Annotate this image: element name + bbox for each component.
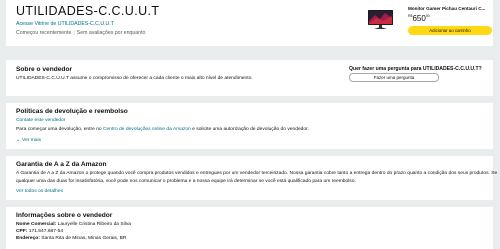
price-whole: 650: [412, 14, 426, 23]
product-panel: Monitor Gamer Pichau Centauri C... R$650…: [408, 6, 494, 35]
guarantee-line2: qualquer uma das duas for insatisfatória…: [16, 179, 356, 184]
returns-text: Para começar uma devolução, entre no Cen…: [16, 127, 309, 132]
storefront-link[interactable]: Acesse Vitrine de UTILIDADES-C.C.U.U.T: [16, 21, 114, 27]
company-value: Lauryelle Cristina Ribeiro da Silva: [57, 222, 131, 227]
seller-name: UTILIDADES-C.C.U.U.T: [16, 4, 160, 18]
address-value: Santa Rita de Minas, Minas Gerais, BR: [41, 236, 127, 241]
returns-see-more-label: Ver mais: [22, 138, 42, 143]
info-title: Informações sobre o vendedor: [16, 212, 113, 219]
add-to-cart-button[interactable]: Adicionar ao carrinho: [408, 26, 492, 35]
seller-header: UTILIDADES-C.C.U.U.T Acesse Vitrine de U…: [6, 0, 493, 46]
guarantee-line1: A Garantia de A a Z da Amazon o protege …: [16, 171, 498, 176]
cpf-value: 171.547.687-54: [28, 229, 64, 234]
about-title: Sobre o vendedor: [16, 66, 73, 73]
address-label: Endereço:: [16, 236, 40, 241]
returns-see-more[interactable]: ⌄ Ver mais: [16, 137, 41, 143]
company-label: Nome Comercial:: [16, 222, 57, 227]
seller-started: Começou recentemente: [16, 30, 72, 36]
product-image[interactable]: [367, 9, 394, 30]
about-text: UTILIDADES-C.C.U.U.T assume o compromiss…: [16, 76, 253, 81]
guarantee-details-link[interactable]: Ver todos os detalhes: [16, 189, 63, 194]
returns-title: Políticas de devolução e reembolso: [16, 108, 128, 115]
about-seller-section: Sobre o vendedor UTILIDADES-C.C.U.U.T as…: [6, 60, 493, 96]
returns-section: Políticas de devolução e reembolso Conta…: [6, 103, 493, 149]
returns-center-link[interactable]: Centro de devoluções online da Amazon: [103, 127, 191, 132]
question-label: Quer fazer uma pergunta para UTILIDADES-…: [349, 66, 482, 72]
cpf-label: CPF:: [16, 229, 28, 234]
info-address-row: Endereço: Santa Rita de Minas, Minas Ger…: [16, 236, 126, 241]
returns-text-before: Para começar uma devolução, entre no: [16, 127, 103, 132]
info-cpf-row: CPF: 171.547.687-54: [16, 229, 63, 234]
contact-seller-link[interactable]: Contate este vendedor: [16, 118, 65, 123]
guarantee-section: Garantia de A a Z da Amazon A Garantia d…: [6, 156, 497, 200]
seller-meta: Começou recentemente | Sem avaliações por …: [16, 30, 146, 36]
ask-question-button[interactable]: Fazer uma pergunta: [349, 73, 439, 82]
guarantee-title: Garantia de A a Z da Amazon: [16, 161, 107, 168]
seller-info-section: Informações sobre o vendedor Nome Comerc…: [6, 207, 493, 249]
price-cents: 00: [425, 14, 430, 18]
product-price: R$65000: [408, 14, 494, 23]
info-company-row: Nome Comercial: Lauryelle Cristina Ribei…: [16, 222, 131, 227]
returns-text-after: e solicite uma autorização de devolução …: [190, 127, 309, 132]
seller-reviews: Sem avaliações por enquanto: [76, 30, 146, 36]
product-title[interactable]: Monitor Gamer Pichau Centauri C...: [408, 6, 494, 11]
